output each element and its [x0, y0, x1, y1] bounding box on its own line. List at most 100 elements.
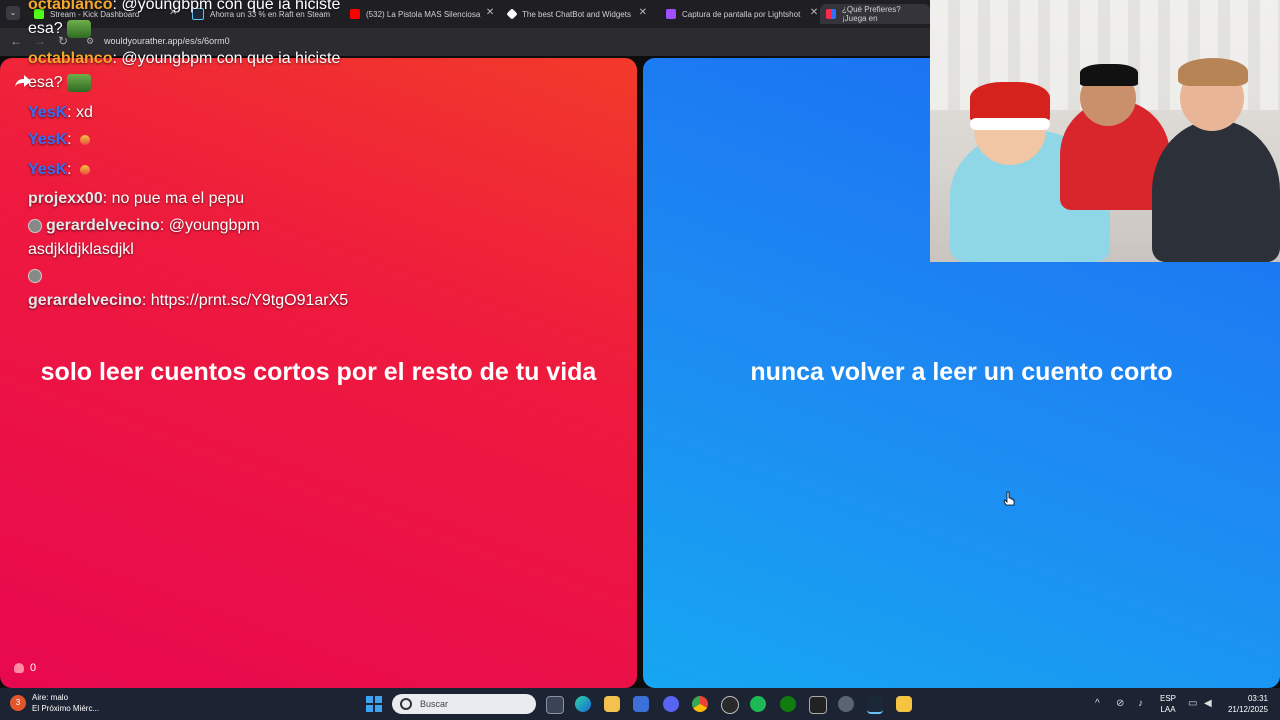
edge-icon[interactable]	[575, 696, 591, 712]
search-placeholder: Buscar	[420, 699, 449, 709]
tab-lightshot[interactable]: Captura de pantalla por Lightshot ✕	[666, 4, 818, 24]
webcam-feed	[930, 0, 1280, 262]
weather-subtitle: El Próximo Miérc...	[32, 704, 100, 713]
language-indicator[interactable]: ESP LAA	[1160, 693, 1176, 715]
chat-username: YesK	[28, 131, 68, 148]
tab-title: The best ChatBot and Widgets	[522, 9, 631, 19]
taskbar: 3 Aire: malo El Próximo Miérc... Buscar …	[0, 688, 1280, 720]
volume-icon[interactable]: ◀	[1204, 698, 1212, 709]
chat-badge-line	[28, 267, 46, 285]
user-badge-icon	[28, 218, 42, 233]
clock-time: 03:31	[1247, 694, 1268, 703]
chat-text: : @youngbpm	[159, 217, 260, 234]
weather-alert-icon: 3	[10, 695, 26, 711]
close-tab-icon[interactable]: ✕	[486, 7, 494, 18]
taskbar-search-box[interactable]: Buscar	[392, 694, 536, 714]
steam-taskbar-icon[interactable]	[867, 696, 883, 714]
would-you-rather-icon	[826, 9, 836, 19]
chat-text: asdjkldjklasdjkl	[28, 241, 134, 258]
xbox-icon[interactable]	[780, 696, 796, 712]
pepe-emote-icon	[66, 20, 91, 38]
tab-title: ¿Qué Prefieres? ¡Juega en	[842, 5, 901, 23]
chat-text: : https://prnt.sc/Y9tgO91arX5	[141, 292, 349, 309]
chat-text: : no pue ma el pepu	[102, 190, 245, 207]
chat-username: gerardelvecino	[46, 217, 160, 234]
likes-counter: 0	[14, 662, 36, 674]
feather-icon	[666, 9, 676, 19]
tab-would-you-rather[interactable]: ¿Qué Prefieres? ¡Juega en	[820, 4, 930, 24]
santa-hat	[970, 82, 1050, 122]
tab-youtube[interactable]: (532) La Pistola MAS Silenciosa ✕	[350, 4, 494, 24]
obs-icon[interactable]	[721, 696, 739, 714]
chat-message: YesK: xd	[28, 104, 93, 122]
epic-games-icon[interactable]	[809, 696, 827, 714]
chat-message: gerardelvecino: https://prnt.sc/Y9tgO91a…	[28, 292, 348, 310]
chat-message-continued: esa?	[28, 74, 91, 92]
tab-title: (532) La Pistola MAS Silenciosa	[366, 9, 481, 19]
black-cap	[1080, 64, 1138, 86]
app-taskbar-icon[interactable]	[896, 696, 912, 712]
clock-date: 21/12/2025	[1227, 705, 1268, 714]
share-arrow-icon	[15, 75, 31, 87]
chat-message: YesK:	[28, 161, 90, 179]
heart-icon	[14, 663, 24, 673]
chat-text: : xd	[67, 104, 93, 121]
hand-cursor-icon	[1003, 491, 1015, 506]
system-clock[interactable]: 03:31 21/12/2025	[1222, 693, 1268, 715]
chat-message: octablanco: @youngbpm con que ia hiciste	[28, 50, 340, 68]
display-icon[interactable]: ▭	[1188, 698, 1197, 709]
weather-title: Aire: malo	[32, 693, 69, 702]
tab-list-dropdown[interactable]: ⌄	[6, 6, 20, 20]
chat-username: YesK	[28, 104, 68, 121]
chat-username: projexx00	[28, 190, 103, 207]
network-off-icon[interactable]: ⊘	[1116, 698, 1124, 709]
microphone-icon[interactable]: ♪	[1138, 698, 1143, 709]
option-right-text: nunca volver a leer un cuento corto	[750, 358, 1173, 386]
person-right-jacket	[1152, 120, 1280, 262]
chat-text: esa?	[28, 20, 63, 38]
microsoft-store-icon[interactable]	[633, 696, 649, 712]
lang-code: ESP	[1160, 694, 1177, 703]
url-text[interactable]: wouldyourather.app/es/s/6orm0	[104, 36, 230, 46]
tab-chatbot[interactable]: The best ChatBot and Widgets ✕	[506, 4, 647, 24]
diamond-icon	[506, 8, 518, 20]
lang-layout: LAA	[1160, 705, 1176, 714]
spotify-icon[interactable]	[750, 696, 766, 712]
santa-hat-trim	[970, 118, 1050, 130]
chrome-icon[interactable]	[692, 696, 708, 712]
youtube-icon	[350, 9, 360, 19]
search-icon	[400, 698, 412, 710]
chat-username: YesK	[28, 161, 68, 178]
weather-widget[interactable]: 3 Aire: malo El Próximo Miérc...	[10, 692, 99, 714]
user-badge-icon	[28, 268, 42, 283]
chat-text: :	[67, 161, 72, 178]
settings-gear-icon[interactable]	[838, 696, 854, 712]
likes-count: 0	[30, 662, 37, 674]
close-tab-icon[interactable]: ✕	[639, 7, 647, 18]
chat-message: YesK:	[28, 131, 90, 149]
tab-title: Captura de pantalla por Lightshot	[682, 9, 801, 19]
chat-message: gerardelvecino: @youngbpm	[28, 217, 260, 235]
back-arrow-icon[interactable]: ←	[10, 34, 22, 48]
chat-username: octablanco	[28, 50, 113, 67]
chat-message-continued: asdjkldjklasdjkl	[28, 241, 134, 259]
option-left-text: solo leer cuentos cortos por el resto de…	[40, 358, 597, 386]
person-right-hair	[1178, 58, 1248, 86]
option-left-panel[interactable]: solo leer cuentos cortos por el resto de…	[0, 58, 637, 688]
chat-text: :	[67, 131, 72, 148]
close-tab-icon[interactable]: ✕	[810, 7, 818, 18]
file-explorer-icon[interactable]	[604, 696, 620, 712]
emoji-icon	[79, 134, 90, 145]
emoji-icon	[79, 164, 90, 175]
chat-text: : @youngbpm con que ia hiciste	[112, 0, 341, 13]
discord-icon[interactable]	[663, 696, 679, 712]
windows-start-icon[interactable]	[366, 696, 382, 712]
chevron-up-icon[interactable]: ^	[1095, 698, 1100, 709]
chat-text: : @youngbpm con que ia hiciste	[112, 50, 341, 67]
chat-message-continued: esa?	[28, 20, 91, 38]
chat-message: octablanco: @youngbpm con que ia hiciste	[28, 0, 340, 14]
task-view-icon[interactable]	[546, 696, 564, 714]
chat-text: esa?	[28, 74, 63, 92]
chat-username: octablanco	[28, 0, 113, 13]
chat-message: projexx00: no pue ma el pepu	[28, 190, 244, 208]
